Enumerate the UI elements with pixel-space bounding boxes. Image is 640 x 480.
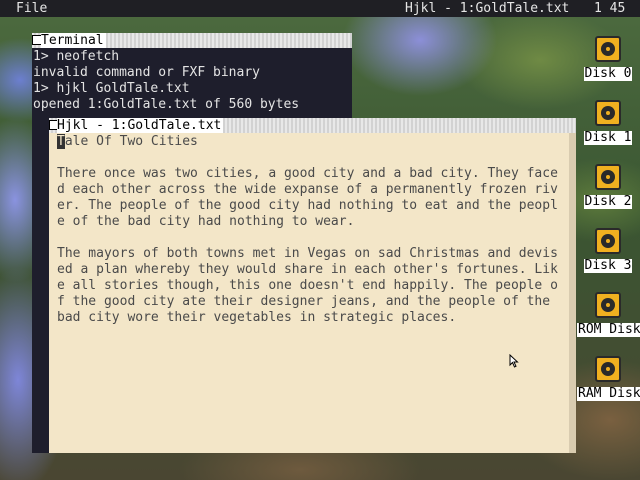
desktop-icon-label: Disk 2 — [583, 194, 633, 209]
editor-text-area[interactable]: Tale Of Two Cities​There once was two ci… — [57, 133, 569, 453]
editor-window[interactable]: Hjkl - 1:GoldTale.txt Tale Of Two Cities… — [49, 118, 576, 453]
editor-titlebar[interactable]: Hjkl - 1:GoldTale.txt — [49, 118, 576, 133]
clock: 1 45 — [594, 1, 626, 16]
desktop-icon-label: Disk 0 — [583, 66, 633, 81]
text-line: ed a plan whereby they would share in ea… — [57, 262, 558, 277]
text-line: f the good city ate their designer jeans… — [57, 294, 551, 309]
text-line-content: ale Of Two Cities — [64, 134, 198, 149]
desktop-icon-label: Disk 1 — [583, 130, 633, 145]
text-line: ​ — [57, 230, 569, 246]
text-line: There once was two cities, a good city a… — [57, 166, 558, 181]
text-line: Tale Of Two Cities — [57, 134, 569, 150]
desktop-icon-label: RAM Disk — [577, 386, 640, 401]
active-window-title: Hjkl - 1:GoldTale.txt — [405, 1, 570, 16]
desktop-icon-disk-1[interactable]: Disk 1 — [577, 100, 639, 145]
desktop-icon-disk-3[interactable]: Disk 3 — [577, 228, 639, 273]
terminal-titlebar[interactable]: Terminal — [32, 33, 352, 48]
desktop-icon-label: Disk 3 — [583, 258, 633, 273]
text-line: bad city wore their vegetables in strate… — [57, 310, 457, 325]
terminal-line: opened 1:GoldTale.txt of 560 bytes — [33, 97, 300, 112]
text-line: The mayors of both towns met in Vegas on… — [57, 246, 558, 261]
terminal-output[interactable]: 1> neofetch invalid command or FXF binary… — [32, 48, 352, 113]
text-line: e all stories though, this one doesn't e… — [57, 278, 558, 293]
disk-icon — [595, 36, 621, 62]
text-line: e of the bad city had nothing to wear. — [57, 214, 355, 229]
terminal-title: Terminal — [41, 33, 106, 48]
menubar: File Hjkl - 1:GoldTale.txt 1 45 — [0, 0, 640, 17]
terminal-line: 1> hjkl GoldTale.txt — [33, 81, 190, 96]
desktop-icon-rom-disk[interactable]: ROM Disk — [577, 292, 640, 337]
text-line: d each other across the wide expanse of … — [57, 182, 558, 197]
text-line: ​ — [57, 150, 569, 166]
desktop-icon-ram-disk[interactable]: RAM Disk — [577, 356, 640, 401]
desktop-icon-disk-2[interactable]: Disk 2 — [577, 164, 639, 209]
disk-icon — [595, 292, 621, 318]
file-menu[interactable]: File — [16, 0, 47, 17]
text-cursor: T — [57, 134, 65, 149]
editor-title: Hjkl - 1:GoldTale.txt — [57, 118, 224, 133]
desktop-icon-label: ROM Disk — [577, 322, 640, 337]
terminal-line: invalid command or FXF binary — [33, 65, 260, 80]
terminal-line: 1> neofetch — [33, 49, 120, 64]
mouse-pointer-icon — [509, 354, 519, 368]
disk-icon — [595, 164, 621, 190]
editor-scrollbar[interactable] — [569, 133, 576, 453]
disk-icon — [595, 356, 621, 382]
text-line: er. The people of the good city had noth… — [57, 198, 558, 213]
disk-icon — [595, 228, 621, 254]
disk-icon — [595, 100, 621, 126]
desktop-icon-disk-0[interactable]: Disk 0 — [577, 36, 639, 81]
